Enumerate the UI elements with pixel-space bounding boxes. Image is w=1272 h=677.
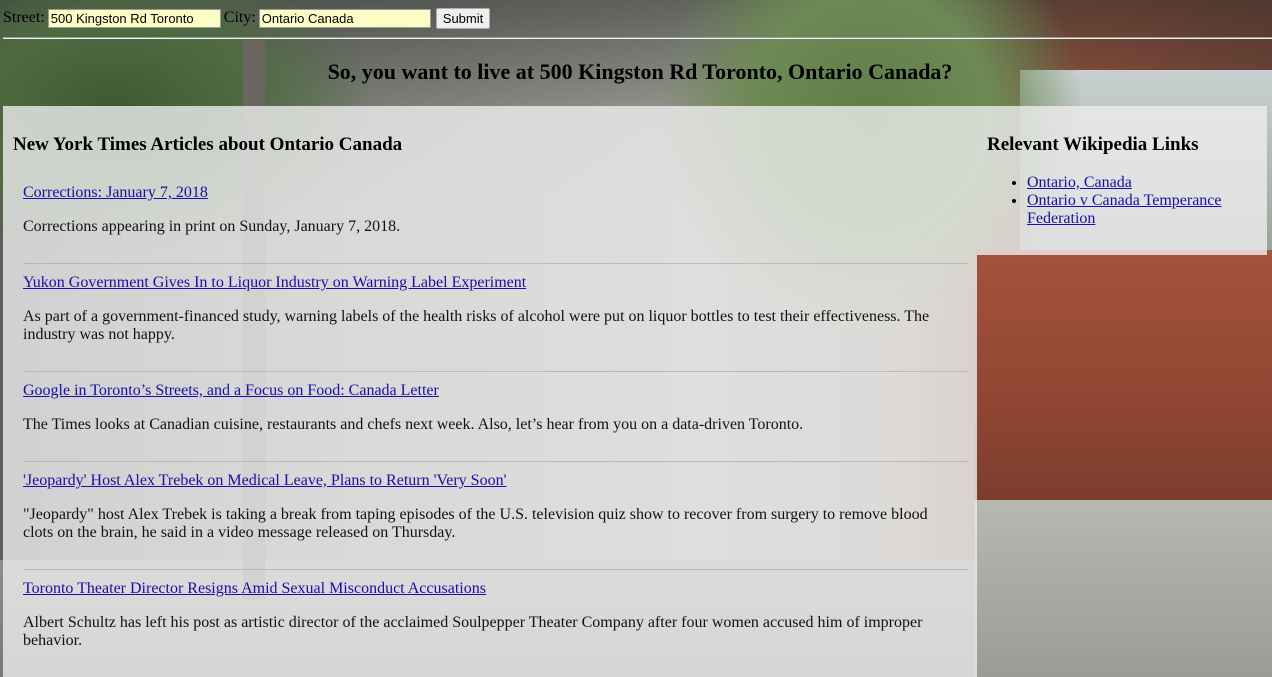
article-link[interactable]: Corrections: January 7, 2018 [23,184,208,201]
article-divider [23,371,968,372]
wiki-link[interactable]: Ontario v Canada Temperance Federation [1027,192,1222,227]
article-summary: Corrections appearing in print on Sunday… [23,218,401,235]
city-label: City: [223,9,256,26]
article-summary: Albert Schultz has left his post as arti… [23,614,923,649]
article-link[interactable]: Yukon Government Gives In to Liquor Indu… [23,274,526,291]
nyt-heading: New York Times Articles about Ontario Ca… [13,134,403,155]
article-divider [23,263,968,264]
street-input[interactable] [47,8,221,28]
article-divider [23,569,968,570]
submit-button[interactable]: Submit [435,7,491,29]
wiki-heading: Relevant Wikipedia Links [987,134,1199,155]
article-divider [23,461,968,462]
header-divider [3,37,1272,39]
article-item: Toronto Theater Director Resigns Amid Se… [23,580,953,650]
city-input[interactable] [258,8,431,28]
article-item: 'Jeopardy' Host Alex Trebek on Medical L… [23,472,953,542]
wiki-link[interactable]: Ontario, Canada [1027,174,1132,191]
list-item: Ontario, Canada [1027,174,1257,192]
article-link[interactable]: Google in Toronto’s Streets, and a Focus… [23,382,439,399]
wiki-link-list: Ontario, Canada Ontario v Canada Tempera… [987,174,1257,228]
page-title: So, you want to live at 500 Kingston Rd … [327,59,953,84]
address-form: Street: City: Submit [3,7,491,29]
list-item: Ontario v Canada Temperance Federation [1027,192,1257,228]
article-summary: "Jeopardy" host Alex Trebek is taking a … [23,506,928,541]
nyt-articles-panel: New York Times Articles about Ontario Ca… [3,106,977,677]
article-item: Yukon Government Gives In to Liquor Indu… [23,274,953,344]
street-label: Street: [3,9,45,26]
article-item: Corrections: January 7, 2018 Corrections… [23,184,953,236]
article-link[interactable]: 'Jeopardy' Host Alex Trebek on Medical L… [23,472,506,489]
article-link[interactable]: Toronto Theater Director Resigns Amid Se… [23,580,486,597]
wikipedia-links-panel: Relevant Wikipedia Links Ontario, Canada… [977,106,1267,255]
article-item: Google in Toronto’s Streets, and a Focus… [23,382,953,434]
article-summary: The Times looks at Canadian cuisine, res… [23,416,804,433]
article-summary: As part of a government-financed study, … [23,308,930,343]
